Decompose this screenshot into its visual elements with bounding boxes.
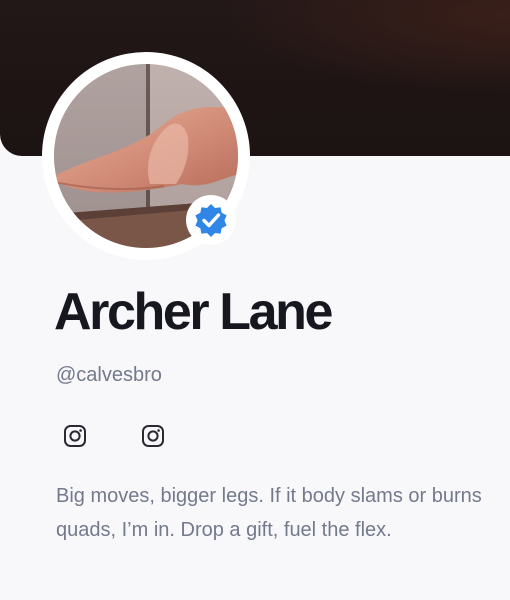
verified-check-icon <box>195 204 227 237</box>
verified-badge <box>186 195 236 245</box>
profile-page: Archer Lane @calvesbro Big moves, bigger… <box>0 0 510 600</box>
instagram-icon <box>64 425 86 447</box>
profile-bio: Big moves, bigger legs. If it body slams… <box>56 485 482 541</box>
instagram-link-1[interactable] <box>61 422 89 450</box>
instagram-link-2[interactable] <box>139 422 167 450</box>
instagram-icon <box>142 425 164 447</box>
profile-name: Archer Lane <box>54 283 333 341</box>
profile-handle: @calvesbro <box>56 364 162 386</box>
